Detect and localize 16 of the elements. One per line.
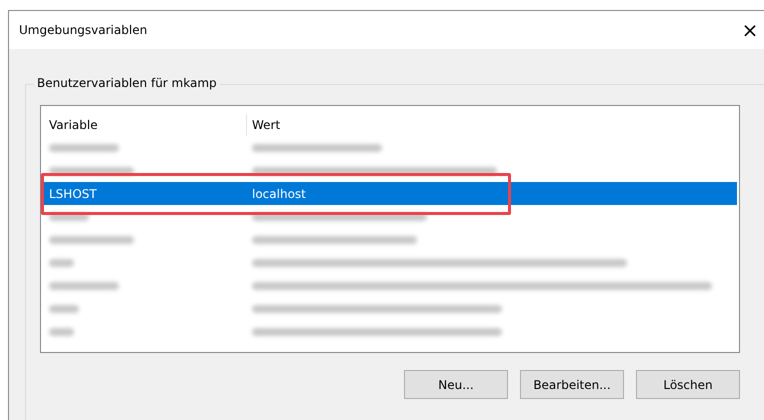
dialog-button[interactable]: Löschen [636, 370, 740, 399]
column-header[interactable]: Wert [246, 114, 739, 136]
blurred-text [49, 258, 74, 266]
blurred-text [49, 144, 119, 152]
table-row[interactable]: LSHOST localhost [41, 182, 737, 205]
column-header[interactable]: Variable [41, 114, 246, 136]
table-cell-text: LSHOST [48, 186, 98, 200]
table-cell-text: localhost [251, 186, 307, 200]
close-button[interactable]: × [738, 18, 762, 42]
blurred-text [49, 282, 119, 290]
window-title: Umgebungsvariablen [19, 23, 148, 37]
group-title: Benutzervariablen für mkamp [34, 76, 220, 90]
dialog-button[interactable]: Bearbeiten... [520, 370, 624, 399]
blurred-text [49, 328, 74, 336]
dialog-button[interactable]: Neu... [404, 370, 508, 399]
blurred-text [49, 304, 79, 312]
